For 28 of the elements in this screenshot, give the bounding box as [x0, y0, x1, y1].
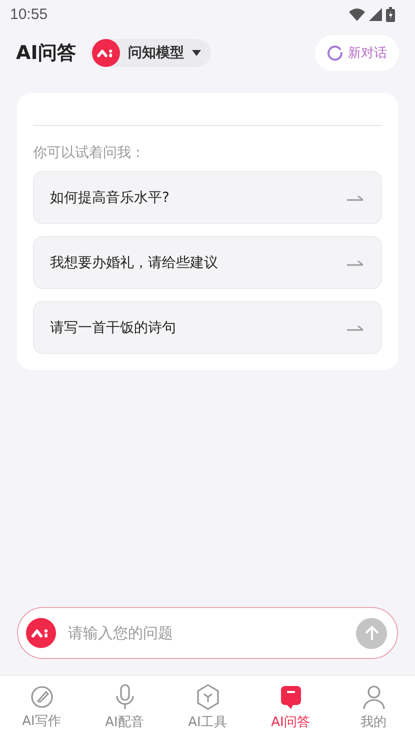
person-icon	[362, 684, 386, 710]
model-selector[interactable]: 问知模型	[90, 39, 211, 67]
suggestion-item[interactable]: 请写一首干饭的诗句	[33, 301, 382, 354]
wifi-icon	[349, 8, 365, 20]
send-button[interactable]	[356, 618, 387, 648]
refresh-icon	[327, 45, 343, 61]
nav-tab[interactable]: AI问答	[249, 676, 332, 738]
new-chat-button[interactable]: 新对话	[315, 35, 399, 71]
question-input[interactable]: 请输入您的问题	[66, 623, 346, 643]
prompt-text: 你可以试着问我：	[33, 144, 146, 162]
nav-tab[interactable]: AI工具	[166, 676, 249, 738]
logo-icon	[92, 39, 120, 67]
nav-tab[interactable]: AI写作	[0, 676, 83, 738]
pen-icon	[30, 684, 54, 708]
up-arrow-icon	[364, 625, 378, 641]
suggestion-item[interactable]: 我想要办婚礼，请给些建议	[33, 236, 382, 289]
suggestion-item[interactable]: 如何提高音乐水平?	[33, 171, 382, 224]
cube-icon	[196, 684, 220, 710]
battery-icon	[386, 6, 395, 22]
signal-icon	[369, 8, 382, 20]
status-time: 10:55	[10, 6, 48, 22]
chat-icon	[278, 684, 302, 710]
nav-tab[interactable]: 我的	[332, 676, 415, 738]
page-title: AI问答	[16, 41, 76, 66]
question-field[interactable]: 请输入您的问题	[17, 607, 398, 659]
logo-icon	[26, 618, 56, 648]
nav-tab[interactable]: AI配音	[83, 676, 166, 738]
caret-icon	[192, 50, 201, 56]
